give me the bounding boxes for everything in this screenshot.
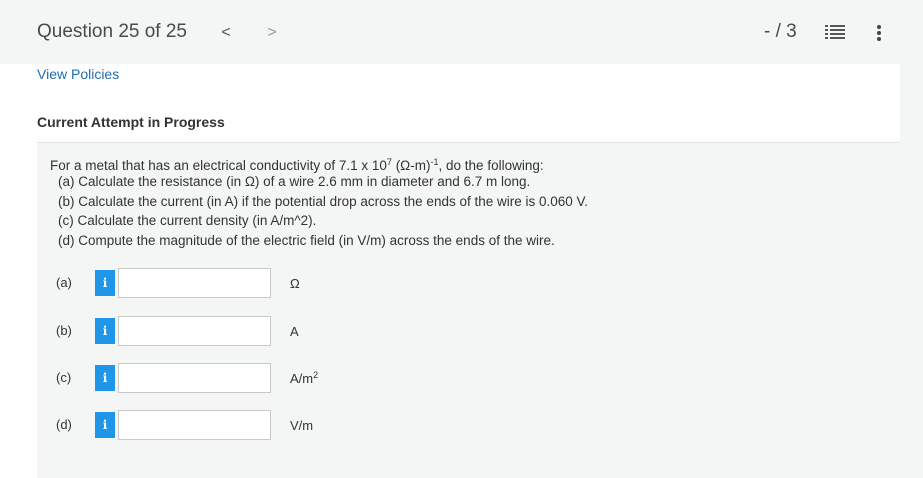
answer-row-a: (a) i Ω xyxy=(0,268,400,298)
answer-input-b[interactable] xyxy=(118,316,271,346)
unit-text: Ω xyxy=(290,276,300,291)
attempt-status: Current Attempt in Progress xyxy=(37,114,225,130)
next-question-button[interactable]: > xyxy=(262,22,282,44)
unit-text: A xyxy=(290,324,299,339)
answer-unit: A xyxy=(290,323,299,339)
part-b-text: (b) Calculate the current (in A) if the … xyxy=(58,194,589,209)
info-icon[interactable]: i xyxy=(95,412,115,438)
info-icon[interactable]: i xyxy=(95,270,115,296)
answer-label: (a) xyxy=(56,275,72,290)
stem-unit: (Ω-m) xyxy=(391,158,431,173)
view-policies-link[interactable]: View Policies xyxy=(37,66,119,82)
part-c-text: (c) Calculate the current density (in A/… xyxy=(58,213,317,228)
answer-unit: Ω xyxy=(290,275,300,291)
answer-row-c: (c) i A/m2 xyxy=(0,363,400,393)
info-icon[interactable]: i xyxy=(95,365,115,391)
stem-text: For a metal that has an electrical condu… xyxy=(50,158,387,173)
unit-text: A/m xyxy=(290,371,314,386)
answer-row-d: (d) i V/m xyxy=(0,410,400,440)
score-display: - / 3 xyxy=(764,21,797,42)
unit-exponent: 2 xyxy=(313,370,319,380)
answer-input-c[interactable] xyxy=(118,363,271,393)
part-a-text: (a) Calculate the resistance (in Ω) of a… xyxy=(58,174,531,189)
answer-unit: V/m xyxy=(290,417,313,433)
top-bar: Question 25 of 25 < > - / 3 xyxy=(0,0,923,64)
stem-unit-exponent: -1 xyxy=(430,157,439,167)
more-options-icon[interactable] xyxy=(870,23,888,43)
answer-input-a[interactable] xyxy=(118,268,271,298)
answer-unit: A/m2 xyxy=(290,370,318,386)
question-counter: Question 25 of 25 xyxy=(37,21,187,42)
part-d-text: (d) Compute the magnitude of the electri… xyxy=(58,233,555,248)
unit-text: V/m xyxy=(290,418,314,433)
answer-input-d[interactable] xyxy=(118,410,271,440)
info-icon[interactable]: i xyxy=(95,318,115,344)
question-list-icon[interactable] xyxy=(825,24,845,42)
answer-label: (c) xyxy=(56,370,72,385)
answer-row-b: (b) i A xyxy=(0,316,400,346)
answer-label: (d) xyxy=(56,417,72,432)
stem-suffix: , do the following: xyxy=(438,158,544,173)
previous-question-button[interactable]: < xyxy=(216,22,236,44)
answer-label: (b) xyxy=(56,323,72,338)
